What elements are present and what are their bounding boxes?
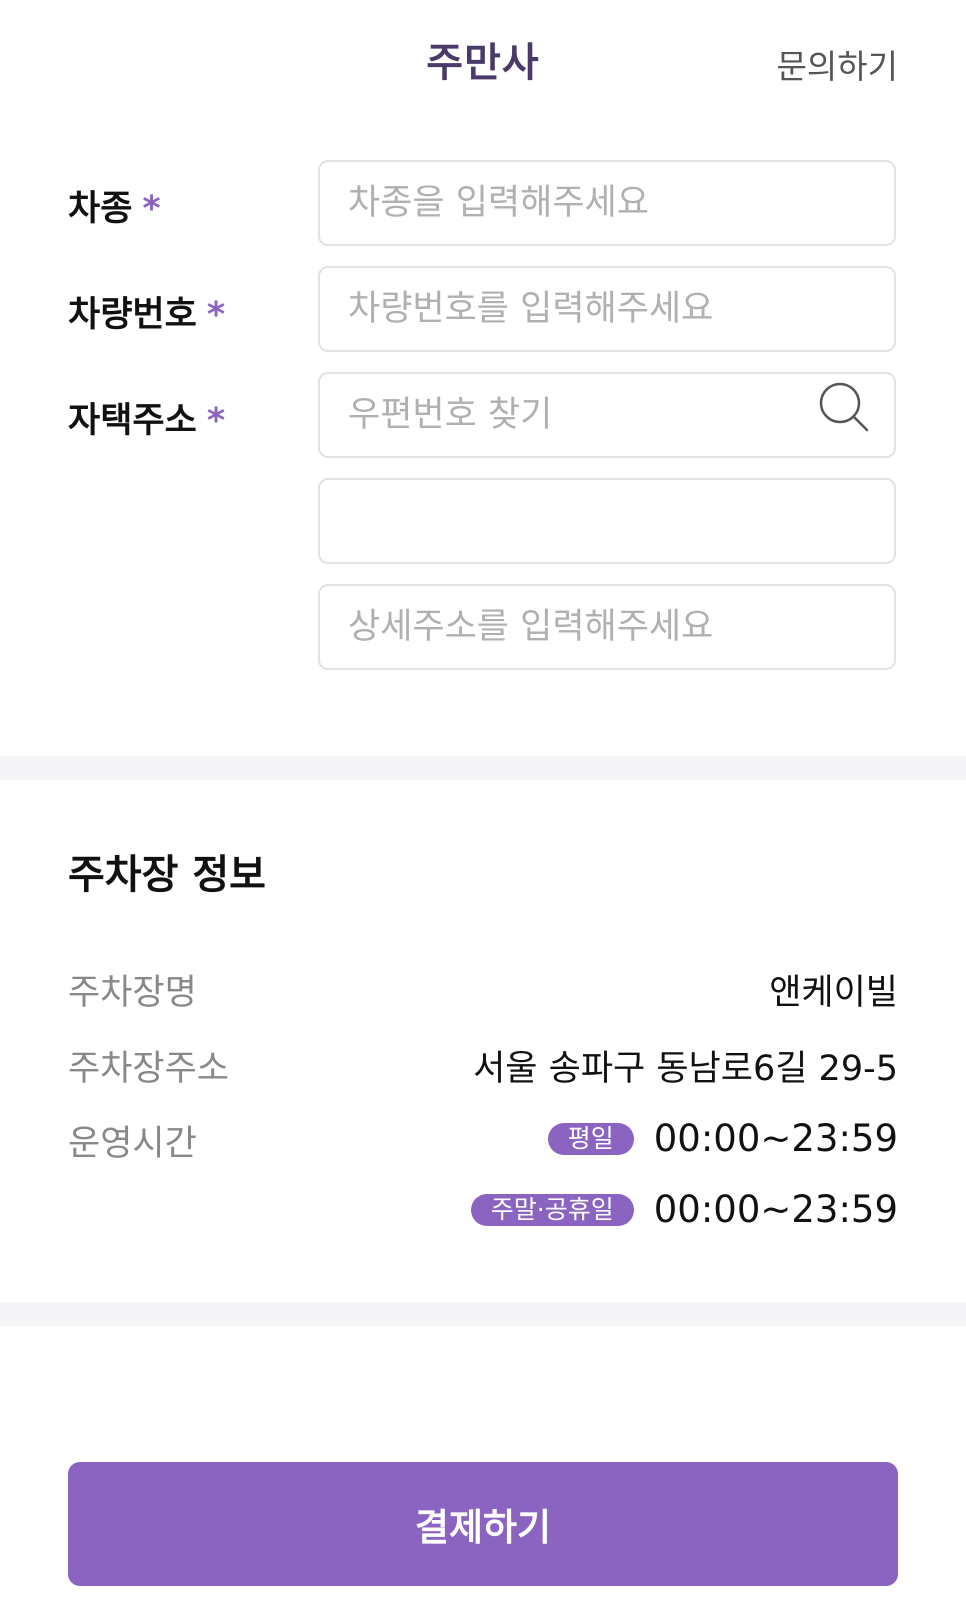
- required-mark: *: [206, 401, 226, 441]
- address-input[interactable]: [318, 478, 896, 564]
- home-address-label: 자택주소 *: [68, 392, 225, 443]
- weekday-badge: 평일: [547, 1122, 634, 1155]
- zipcode-search-input[interactable]: [318, 372, 896, 458]
- weekend-hours: 00:00~23:59: [653, 1188, 898, 1231]
- header: 주만사 문의하기: [0, 0, 966, 125]
- parking-address-label: 주차장주소: [68, 1049, 230, 1089]
- car-model-input[interactable]: [318, 160, 896, 246]
- weekday-hours: 00:00~23:59: [653, 1117, 898, 1160]
- car-model-label-text: 차종: [68, 189, 133, 229]
- section-divider: [0, 1302, 966, 1326]
- search-icon[interactable]: [818, 381, 870, 433]
- car-number-label-text: 차량번호: [68, 295, 197, 335]
- parking-name-value: 앤케이빌: [769, 973, 898, 1013]
- pay-button[interactable]: 결제하기: [68, 1462, 898, 1586]
- weekday-hours-row: 평일 00:00~23:59: [547, 1117, 898, 1160]
- parking-address-value: 서울 송파구 동남로6길 29-5: [473, 1049, 898, 1089]
- weekend-badge: 주말·공휴일: [470, 1193, 634, 1226]
- inquiry-link[interactable]: 문의하기: [777, 40, 898, 88]
- car-number-input[interactable]: [318, 266, 896, 352]
- operating-hours-label: 운영시간: [68, 1124, 197, 1164]
- home-address-label-text: 자택주소: [68, 401, 197, 441]
- detail-address-input[interactable]: [318, 584, 896, 670]
- parking-info-title: 주차장 정보: [68, 852, 266, 898]
- weekend-hours-row: 주말·공휴일 00:00~23:59: [470, 1188, 898, 1231]
- car-model-label: 차종 *: [68, 180, 161, 231]
- section-divider: [0, 756, 966, 780]
- car-number-label: 차량번호 *: [68, 286, 225, 337]
- parking-name-label: 주차장명: [68, 973, 197, 1013]
- required-mark: *: [142, 189, 161, 229]
- required-mark: *: [206, 295, 226, 335]
